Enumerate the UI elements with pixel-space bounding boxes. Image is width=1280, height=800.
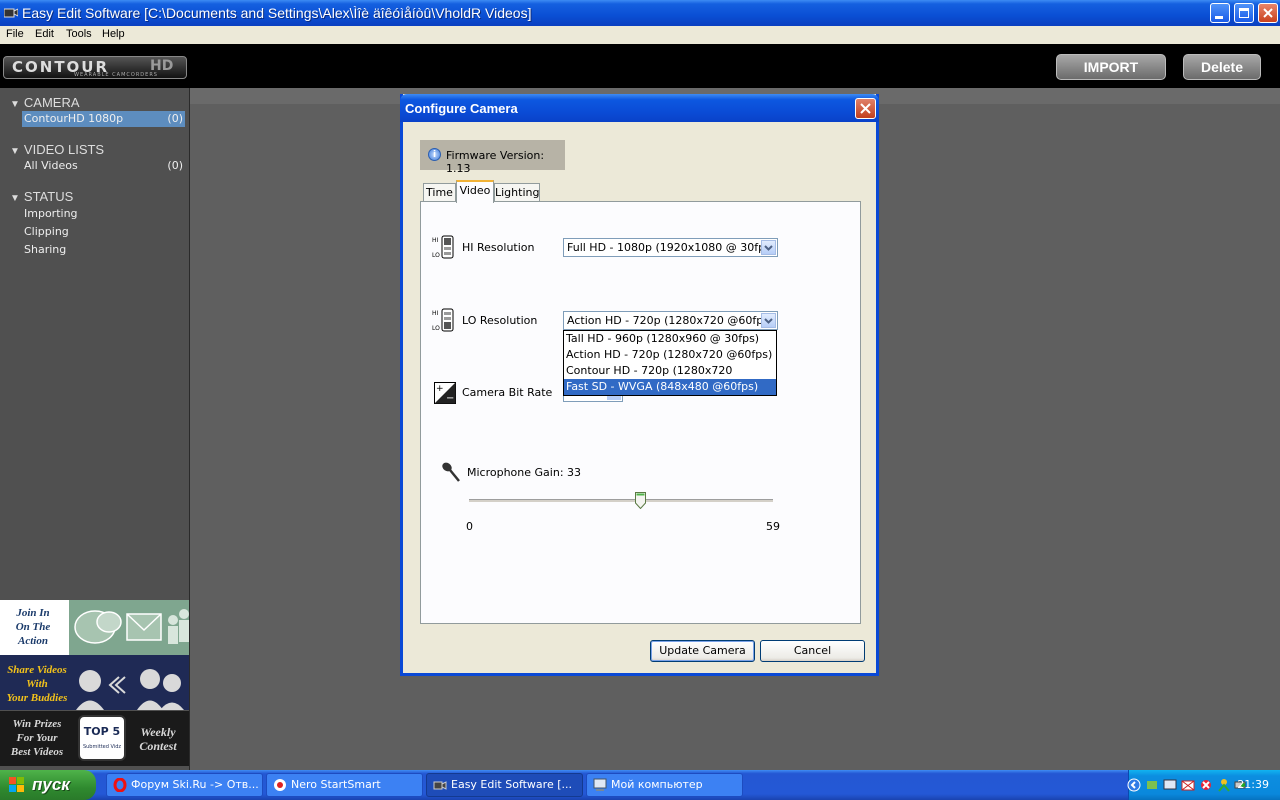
maximize-icon <box>1239 8 1249 18</box>
microphone-gain-thumb[interactable] <box>635 492 646 509</box>
windows-logo-icon <box>9 777 24 792</box>
menu-tools[interactable]: Tools <box>66 28 92 40</box>
window-titlebar: Easy Edit Software [C:\Documents and Set… <box>0 0 1280 26</box>
lo-option-fast-sd[interactable]: Fast SD - WVGA (848x480 @60fps) <box>564 379 776 395</box>
promo-join-action[interactable]: Join In On The Action <box>0 600 189 655</box>
sidebar: ▼ CAMERA ContourHD 1080p (0) ▼ VIDEO LISTS… <box>0 88 190 770</box>
start-button[interactable]: пуск <box>0 770 96 800</box>
configure-camera-dialog: Configure Camera i Firmware Version: 1.1… <box>400 94 879 676</box>
delete-button[interactable]: Delete <box>1183 54 1261 80</box>
dialog-close-button[interactable] <box>855 98 876 119</box>
close-icon <box>860 103 871 114</box>
svg-text:LO: LO <box>432 252 440 259</box>
collapse-triangle-icon: ▼ <box>10 193 20 204</box>
lo-resolution-dropdown-list: Tall HD - 960p (1280x960 @ 30fps) Action… <box>563 330 777 396</box>
import-button[interactable]: IMPORT <box>1056 54 1166 80</box>
update-camera-button[interactable]: Update Camera <box>650 640 755 662</box>
computer-icon <box>593 778 607 791</box>
lo-resolution-label: LO Resolution <box>462 314 538 327</box>
lo-option-tall-hd[interactable]: Tall HD - 960p (1280x960 @ 30fps) <box>564 331 776 347</box>
cancel-button[interactable]: Cancel <box>760 640 865 662</box>
sidebar-item-sharing[interactable]: Sharing <box>22 242 185 258</box>
tab-time[interactable]: Time <box>423 183 456 202</box>
task-easy-edit[interactable]: Easy Edit Software [... <box>426 773 583 797</box>
close-window-button[interactable] <box>1258 3 1278 23</box>
opera-icon <box>113 778 127 792</box>
section-video-lists[interactable]: ▼ VIDEO LISTS <box>10 142 104 157</box>
hi-switch-icon: HI LO <box>432 235 454 259</box>
microphone-icon <box>442 462 460 482</box>
section-status[interactable]: ▼ STATUS <box>10 189 73 204</box>
community-icon <box>69 600 189 655</box>
top5-badge: TOP 5 Submitted Vidz <box>78 715 126 761</box>
tray-antivirus-icon[interactable] <box>1199 778 1213 792</box>
minimize-icon <box>1215 16 1223 19</box>
dialog-titlebar: Configure Camera <box>400 94 879 122</box>
minimize-button[interactable] <box>1210 3 1230 23</box>
tray-mail-icon[interactable] <box>1181 778 1195 792</box>
close-icon <box>1263 8 1273 18</box>
sidebar-item-importing[interactable]: Importing <box>22 206 185 222</box>
tray-monitor-icon[interactable] <box>1163 778 1177 792</box>
tab-lighting[interactable]: Lighting <box>494 183 540 202</box>
lo-option-action-hd[interactable]: Action HD - 720p (1280x720 @60fps) <box>564 347 776 363</box>
promo-share-videos[interactable]: Share Videos With Your Buddies <box>0 655 189 710</box>
start-label: пуск <box>32 775 70 794</box>
sidebar-item-contourhd[interactable]: ContourHD 1080p (0) <box>22 111 185 127</box>
chevron-down-icon[interactable] <box>761 240 776 255</box>
sidebar-item-clipping[interactable]: Clipping <box>22 224 185 240</box>
lo-switch-icon: HI LO <box>432 308 454 332</box>
lo-resolution-select[interactable]: Action HD - 720p (1280x720 @60fps) <box>563 311 778 330</box>
menu-bar: File Edit Tools Help <box>0 26 1280 44</box>
bitrate-label: Camera Bit Rate <box>462 386 553 399</box>
app-icon <box>4 8 18 18</box>
bitrate-icon: + − <box>434 382 456 404</box>
lo-option-contour-hd[interactable]: Contour HD - 720p (1280x720 @30fps) <box>564 363 776 393</box>
sidebar-item-all-videos[interactable]: All Videos (0) <box>22 158 185 174</box>
firmware-info: i Firmware Version: 1.13 <box>420 140 565 175</box>
svg-text:HI: HI <box>432 237 439 244</box>
microphone-gain-track[interactable] <box>469 499 773 502</box>
collapse-triangle-icon: ▼ <box>10 146 20 157</box>
menu-edit[interactable]: Edit <box>35 28 54 40</box>
svg-text:+: + <box>436 384 444 394</box>
hi-resolution-label: HI Resolution <box>462 241 535 254</box>
logo-subtext: WEARABLE CAMCORDERS <box>74 72 158 78</box>
tray-collapse-icon[interactable] <box>1127 778 1141 792</box>
svg-text:HI: HI <box>432 310 439 317</box>
video-tab-panel <box>420 201 861 624</box>
app-header: CONTOUR HD WEARABLE CAMCORDERS IMPORT De… <box>0 44 1280 88</box>
menu-help[interactable]: Help <box>102 28 125 40</box>
task-opera[interactable]: Форум Ski.Ru -> Отв... <box>106 773 263 797</box>
tray-user-icon[interactable] <box>1217 778 1231 792</box>
clock: 21:39 <box>1237 778 1269 791</box>
easyedit-icon <box>433 781 447 790</box>
slider-min-label: 0 <box>466 520 473 533</box>
collapse-triangle-icon: ▼ <box>10 99 20 110</box>
section-camera[interactable]: ▼ CAMERA <box>10 95 80 110</box>
task-nero[interactable]: Nero StartSmart <box>266 773 423 797</box>
task-my-computer[interactable]: Мой компьютер <box>586 773 743 797</box>
maximize-button[interactable] <box>1234 3 1254 23</box>
slider-max-label: 59 <box>766 520 780 533</box>
hi-resolution-select[interactable]: Full HD - 1080p (1920x1080 @ 30fps) <box>563 238 778 257</box>
info-icon: i <box>428 148 441 161</box>
tray-network-icon[interactable] <box>1145 778 1159 792</box>
svg-text:−: − <box>446 393 454 404</box>
nero-icon <box>274 779 286 791</box>
system-tray: 21:39 <box>1127 770 1280 800</box>
dialog-title: Configure Camera <box>405 101 518 116</box>
chevron-down-icon[interactable] <box>761 313 776 328</box>
svg-text:LO: LO <box>432 325 440 332</box>
contour-logo: CONTOUR HD WEARABLE CAMCORDERS <box>3 56 187 79</box>
window-title: Easy Edit Software [C:\Documents and Set… <box>22 5 532 21</box>
firmware-version: Firmware Version: 1.13 <box>446 149 545 175</box>
taskbar: пуск Форум Ski.Ru -> Отв... Nero StartSm… <box>0 770 1280 800</box>
tab-video[interactable]: Video <box>456 180 494 203</box>
microphone-gain-label: Microphone Gain: 33 <box>467 466 582 479</box>
menu-file[interactable]: File <box>6 28 24 40</box>
promo-weekly-contest[interactable]: Win Prizes For Your Best Videos TOP 5 Su… <box>0 711 189 766</box>
